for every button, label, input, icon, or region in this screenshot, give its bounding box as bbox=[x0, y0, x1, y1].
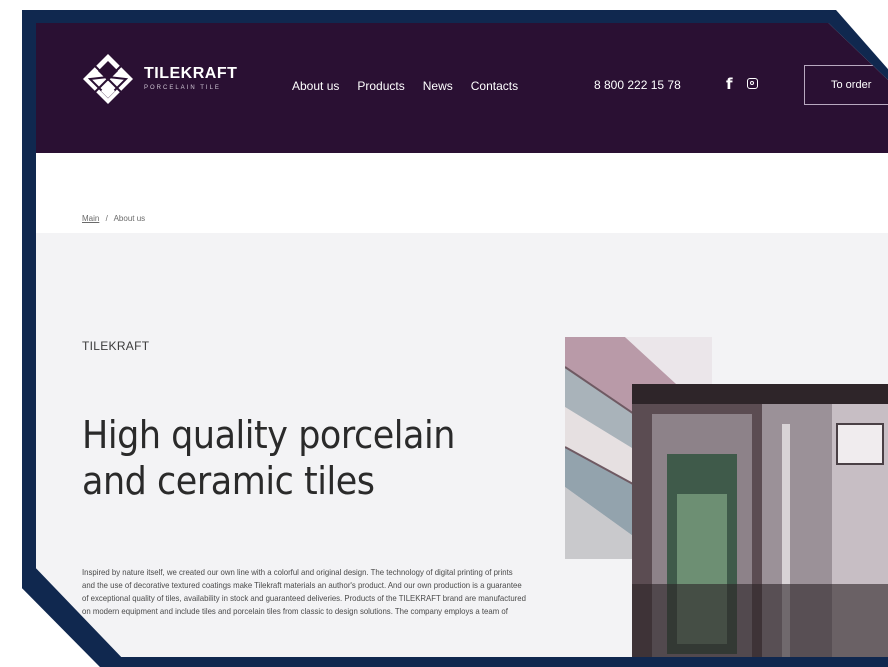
nav-about-us[interactable]: About us bbox=[292, 79, 339, 93]
website-viewport: TILEKRAFT PORCELAIN TILE About us Produc… bbox=[36, 23, 888, 657]
order-button[interactable]: To order bbox=[804, 65, 888, 105]
nav-products[interactable]: Products bbox=[357, 79, 404, 93]
brand-tagline: PORCELAIN TILE bbox=[144, 85, 221, 91]
site-header: TILEKRAFT PORCELAIN TILE About us Produc… bbox=[36, 23, 888, 153]
page-title: High quality porcelain and ceramic tiles bbox=[82, 413, 455, 503]
intro-paragraph: Inspired by nature itself, we created ou… bbox=[82, 567, 526, 616]
breadcrumb-home-link[interactable]: Main bbox=[82, 214, 99, 223]
phone-number[interactable]: 8 800 222 15 78 bbox=[594, 78, 681, 92]
breadcrumb: Main / About us bbox=[82, 214, 145, 223]
facebook-icon[interactable]: f bbox=[726, 75, 733, 93]
breadcrumb-band: Main / About us bbox=[36, 153, 888, 233]
tilekraft-logo-icon[interactable] bbox=[82, 53, 134, 105]
section-eyebrow: TILEKRAFT bbox=[82, 339, 150, 353]
bathroom-photo bbox=[632, 384, 888, 657]
breadcrumb-current: About us bbox=[113, 214, 146, 223]
brand-name: TILEKRAFT bbox=[144, 65, 238, 82]
nav-news[interactable]: News bbox=[423, 79, 453, 93]
main-nav: About us Products News Contacts bbox=[292, 79, 518, 93]
nav-contacts[interactable]: Contacts bbox=[471, 79, 518, 93]
breadcrumb-separator: / bbox=[105, 214, 108, 223]
instagram-icon[interactable] bbox=[747, 78, 758, 89]
